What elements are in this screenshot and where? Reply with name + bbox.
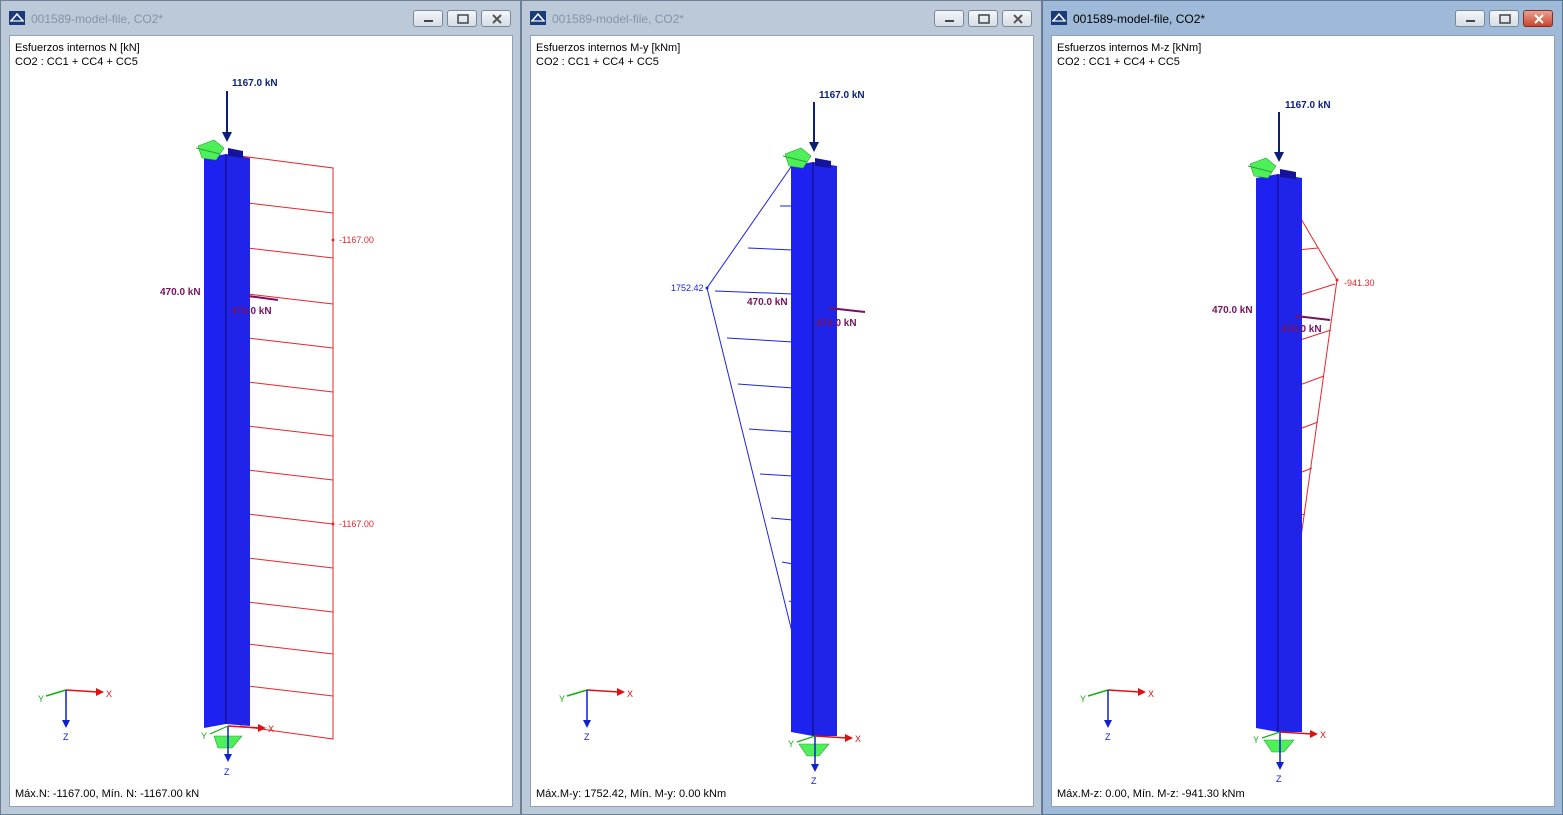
close-button[interactable] [481, 10, 511, 27]
maximize-icon [978, 14, 990, 24]
steel-column[interactable] [791, 158, 837, 736]
svg-text:Y: Y [559, 694, 565, 704]
side-load-label-left: 470.0 kN [747, 297, 788, 308]
minimize-icon [945, 20, 954, 22]
model-canvas[interactable]: -941.30 1167.0 kN 470.0 kN 470.0 kN X Y … [1052, 36, 1556, 808]
diagram-value-label: -941.30 [1344, 278, 1375, 288]
title-bar[interactable]: 001589-model-file, CO2* [1043, 1, 1562, 35]
svg-text:Z: Z [1276, 774, 1282, 784]
graphics-view[interactable]: Esfuerzos internos M-y [kNm] CO2 : CC1 +… [530, 35, 1034, 807]
model-canvas[interactable]: -1167.00 -1167.00 1167.0 kN 470.0 kN 470… [10, 36, 514, 808]
bottom-support: X Y Z [788, 734, 861, 786]
maximize-button[interactable] [447, 10, 477, 27]
moment-z-diagram [1296, 211, 1338, 567]
top-load-label: 1167.0 kN [1285, 100, 1331, 111]
model-canvas[interactable]: 1752.42 1167.0 kN 470.0 kN 470.0 kN X Y … [531, 36, 1035, 808]
svg-text:X: X [855, 734, 861, 744]
svg-text:X: X [1320, 730, 1326, 740]
maximize-icon [1499, 14, 1511, 24]
diagram-value-label: -1167.00 [339, 235, 374, 245]
minimize-button[interactable] [934, 10, 964, 27]
minimize-button[interactable] [413, 10, 443, 27]
minimize-button[interactable] [1455, 10, 1485, 27]
svg-text:Z: Z [811, 776, 817, 786]
graphics-view[interactable]: Esfuerzos internos M-z [kNm] CO2 : CC1 +… [1051, 35, 1555, 807]
steel-column[interactable] [1256, 169, 1302, 732]
window-title: 001589-model-file, CO2* [1073, 12, 1206, 26]
top-support [1247, 157, 1277, 179]
side-load-label-right: 470.0 kN [816, 318, 857, 329]
axis-triad: X Y Z [1080, 688, 1154, 742]
close-button[interactable] [1523, 10, 1553, 27]
svg-text:Y: Y [1080, 694, 1086, 704]
top-load-label: 1167.0 kN [819, 90, 865, 101]
svg-text:Y: Y [38, 694, 44, 704]
bottom-support: X Y Z [1253, 730, 1326, 784]
side-load-label-left: 470.0 kN [160, 287, 201, 298]
maximize-icon [457, 14, 469, 24]
svg-text:Z: Z [63, 732, 69, 742]
axis-triad: X Y Z [38, 688, 112, 742]
maximize-button[interactable] [1489, 10, 1519, 27]
steel-column[interactable] [204, 148, 250, 728]
svg-text:X: X [268, 724, 274, 734]
minimize-icon [424, 20, 433, 22]
svg-text:X: X [1148, 689, 1154, 699]
side-load-label-left: 470.0 kN [1212, 305, 1253, 316]
app-icon [530, 11, 546, 25]
svg-text:X: X [627, 689, 633, 699]
graphics-view[interactable]: Esfuerzos internos N [kN] CO2 : CC1 + CC… [9, 35, 513, 807]
moment-y-diagram [706, 163, 794, 637]
title-bar[interactable]: 001589-model-file, CO2* [1, 1, 520, 35]
svg-text:Y: Y [1253, 735, 1259, 745]
window-moment-y[interactable]: 001589-model-file, CO2* Esfuerzos intern… [521, 0, 1042, 815]
close-icon [492, 14, 502, 24]
svg-text:Y: Y [788, 739, 794, 749]
minimize-icon [1466, 20, 1475, 22]
diagram-value-label: -1167.00 [339, 519, 374, 529]
bottom-support: X Y Z [201, 724, 274, 777]
window-normal-force[interactable]: 001589-model-file, CO2* Esfuerzos intern… [0, 0, 521, 815]
app-icon [1051, 11, 1067, 25]
window-moment-z[interactable]: 001589-model-file, CO2* Esfuerzos intern… [1042, 0, 1563, 815]
window-title: 001589-model-file, CO2* [31, 12, 164, 26]
svg-text:Z: Z [224, 767, 230, 777]
close-button[interactable] [1002, 10, 1032, 27]
top-load-label: 1167.0 kN [232, 78, 278, 89]
svg-text:Z: Z [1105, 732, 1111, 742]
diagram-value-label: 1752.42 [671, 283, 704, 293]
status-footer: Máx.M-y: 1752.42, Mín. M-y: 0.00 kNm [536, 788, 727, 800]
side-load-label-right: 470.0 kN [231, 306, 272, 317]
svg-text:Y: Y [201, 731, 207, 741]
maximize-button[interactable] [968, 10, 998, 27]
svg-text:Z: Z [584, 732, 590, 742]
close-icon [1534, 14, 1544, 24]
svg-text:X: X [106, 689, 112, 699]
status-footer: Máx.N: -1167.00, Mín. N: -1167.00 kN [15, 788, 200, 800]
title-bar[interactable]: 001589-model-file, CO2* [522, 1, 1041, 35]
window-title: 001589-model-file, CO2* [552, 12, 685, 26]
status-footer: Máx.M-z: 0.00, Mín. M-z: -941.30 kNm [1057, 788, 1245, 800]
app-icon [9, 11, 25, 25]
axis-triad: X Y Z [559, 688, 633, 742]
side-load-label-right: 470.0 kN [1281, 324, 1322, 335]
close-icon [1013, 14, 1023, 24]
